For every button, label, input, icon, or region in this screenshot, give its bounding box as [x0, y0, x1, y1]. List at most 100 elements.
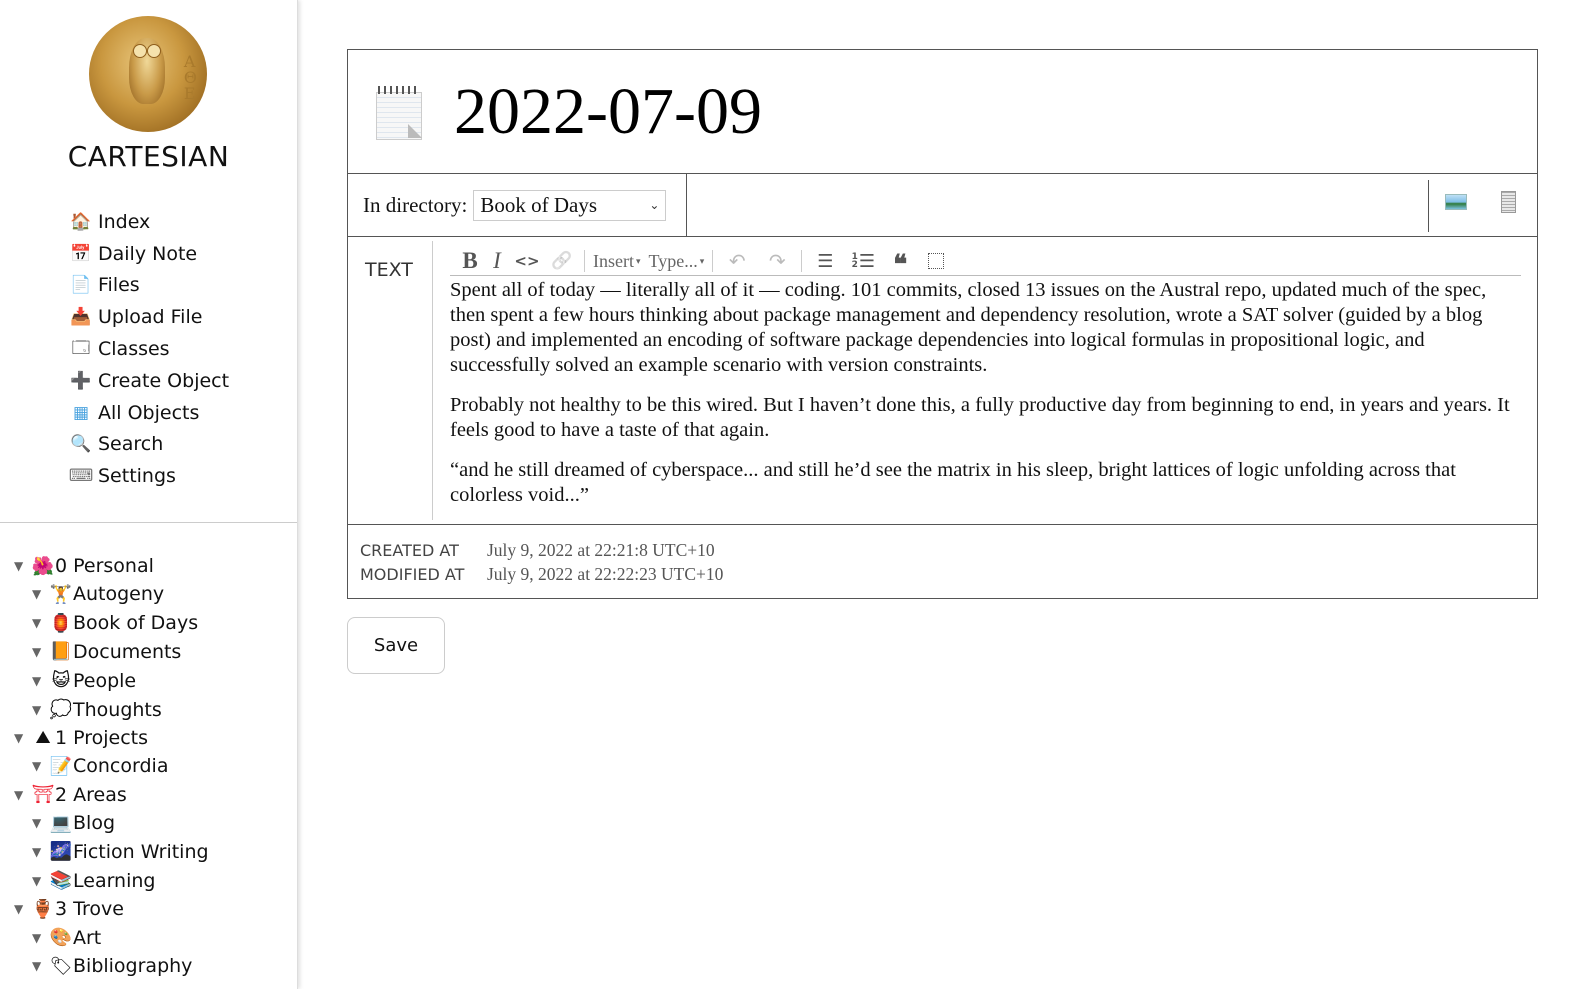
tree-item-thoughts[interactable]: ▼ 💭 Thoughts — [10, 695, 209, 724]
undo-icon: ↶ — [728, 249, 746, 273]
created-at-value: July 9, 2022 at 22:21:8 UTC+10 — [487, 539, 715, 560]
modified-at-row: MODIFIED AT July 9, 2022 at 22:22:23 UTC… — [360, 562, 1537, 586]
ordered-list-button[interactable]: 12 ☰ — [844, 248, 882, 274]
bullet-list-button[interactable]: ☰ — [806, 248, 844, 274]
mountain-icon: ⛰ — [35, 727, 51, 749]
text-field-label: TEXT — [348, 241, 433, 520]
tag-icon: 🏷 — [49, 955, 73, 977]
metadata-section: CREATED AT July 9, 2022 at 22:21:8 UTC+1… — [348, 525, 1537, 598]
ordered-list-lines-icon: ☰ — [858, 250, 875, 272]
tree-item-autogeny[interactable]: ▼ 🏋 Autogeny — [10, 580, 209, 609]
document-view-icon[interactable] — [1501, 191, 1516, 213]
tree-item-bibliography[interactable]: ▼ 🏷 Bibliography — [10, 952, 209, 981]
nav-item-index[interactable]: 🏠 Index — [68, 206, 229, 238]
nav-item-daily-note[interactable]: 📅 Daily Note — [68, 238, 229, 270]
directory-row-spacer — [687, 174, 1537, 236]
tree-item-concordia[interactable]: ▼ 📝 Concordia — [10, 752, 209, 781]
type-dropdown[interactable]: Type... ▾ — [645, 248, 709, 274]
paragraph: Spent all of today — literally all of it… — [450, 279, 1487, 376]
nav-item-upload-file[interactable]: 📥 Upload File — [68, 301, 229, 333]
directory-label: In directory: — [363, 192, 468, 217]
directory-select[interactable]: Book of Days ⌄ — [473, 189, 667, 221]
text-field-row: TEXT B I <> 🔗 Insert ▾ Type... ▾ ↶ ↷ ☰ 1… — [348, 237, 1537, 525]
nav-item-label: Upload File — [98, 306, 203, 329]
expand-triangle-icon[interactable]: ▼ — [14, 902, 32, 916]
expand-triangle-icon[interactable]: ▼ — [32, 674, 50, 688]
toolbar-separator — [712, 250, 714, 272]
logo-coin-image: ΑΘΕ — [89, 16, 207, 132]
nav-item-create-object[interactable]: ➕ Create Object — [68, 365, 229, 397]
bold-button[interactable]: B — [456, 248, 484, 274]
nav-item-all-objects[interactable]: ▦ All Objects — [68, 397, 229, 429]
tree-item-label: 1 Projects — [55, 726, 149, 749]
tree-item-label: Blog — [73, 812, 115, 835]
tree-item-blog[interactable]: ▼ 💻 Blog — [10, 809, 209, 838]
tree-item-personal[interactable]: ▼ 🌺 0 Personal — [10, 552, 209, 580]
undo-button[interactable]: ↶ — [717, 248, 757, 274]
lantern-icon: 🏮 — [49, 612, 73, 634]
document-icon: 📄 — [70, 275, 92, 296]
orange-book-icon: 📙 — [49, 641, 73, 663]
expand-triangle-icon[interactable]: ▼ — [14, 788, 32, 802]
image-view-icon[interactable] — [1445, 194, 1467, 210]
nav-item-classes[interactable]: 🗔 Classes — [68, 333, 229, 365]
created-at-label: CREATED AT — [360, 540, 459, 560]
owl-coin-logo[interactable]: ΑΘΕ — [89, 16, 209, 134]
table-icon: ▦ — [72, 402, 90, 423]
expand-triangle-icon[interactable]: ▼ — [32, 759, 50, 773]
tree-item-label: Autogeny — [73, 583, 165, 606]
tree-item-documents[interactable]: ▼ 📙 Documents — [10, 638, 209, 667]
expand-triangle-icon[interactable]: ▼ — [32, 959, 50, 973]
editor-content[interactable]: Spent all of today — literally all of it… — [450, 278, 1521, 508]
paragraph: Probably not healthy to be this wired. B… — [450, 394, 1510, 441]
redo-button[interactable]: ↷ — [757, 248, 797, 274]
directory-tree: ▼ 🌺 0 Personal ▼ 🏋 Autogeny ▼ 🏮 Book of … — [10, 552, 209, 981]
select-block-button[interactable] — [918, 248, 954, 274]
expand-triangle-icon[interactable]: ▼ — [32, 587, 50, 601]
hibiscus-icon: 🌺 — [31, 555, 55, 577]
tree-item-people[interactable]: ▼ 😺 People — [10, 666, 209, 695]
expand-triangle-icon[interactable]: ▼ — [14, 559, 32, 573]
italic-button[interactable]: I — [484, 248, 510, 274]
tree-item-learning[interactable]: ▼ 📚 Learning — [10, 866, 209, 895]
tree-item-book-of-days[interactable]: ▼ 🏮 Book of Days — [10, 609, 209, 638]
nav-item-label: All Objects — [98, 401, 200, 424]
modified-at-value: July 9, 2022 at 22:22:23 UTC+10 — [487, 563, 724, 584]
insert-dropdown[interactable]: Insert ▾ — [589, 248, 645, 274]
tree-item-label: Thoughts — [73, 698, 162, 721]
tree-item-projects[interactable]: ▼ ⛰ 1 Projects — [10, 724, 209, 752]
expand-triangle-icon[interactable]: ▼ — [32, 703, 50, 717]
cat-face-icon: 😺 — [51, 670, 71, 692]
expand-triangle-icon[interactable]: ▼ — [32, 931, 50, 945]
laptop-icon: 💻 — [49, 812, 73, 834]
notepad-icon[interactable] — [376, 85, 422, 140]
rich-text-editor[interactable]: B I <> 🔗 Insert ▾ Type... ▾ ↶ ↷ ☰ 1 2 ☰ … — [433, 237, 1537, 524]
nav-item-settings[interactable]: ⌨ Settings — [68, 460, 229, 492]
code-button[interactable]: <> — [510, 248, 544, 274]
expand-triangle-icon[interactable]: ▼ — [32, 616, 50, 630]
nav-item-search[interactable]: 🔍 Search — [68, 429, 229, 461]
save-button[interactable]: Save — [347, 617, 445, 674]
tree-item-areas[interactable]: ▼ ⛩ 2 Areas — [10, 781, 209, 809]
owl-eye — [147, 44, 161, 58]
expand-triangle-icon[interactable]: ▼ — [32, 874, 50, 888]
caret-down-icon: ▾ — [699, 255, 705, 266]
page-title[interactable]: 2022-07-09 — [454, 74, 762, 150]
blockquote-button[interactable]: ❝ — [882, 244, 918, 279]
upload-icon: 📥 — [70, 307, 92, 328]
ordered-list-icon: 12 — [851, 252, 858, 270]
link-button[interactable]: 🔗 — [544, 248, 580, 274]
brand-name[interactable]: CARTESIAN — [0, 140, 297, 173]
nav-item-files[interactable]: 📄 Files — [68, 270, 229, 302]
palette-icon: 🎨 — [49, 927, 73, 949]
tree-item-trove[interactable]: ▼ 🏺 3 Trove — [10, 895, 209, 923]
expand-triangle-icon[interactable]: ▼ — [32, 645, 50, 659]
expand-triangle-icon[interactable]: ▼ — [14, 731, 32, 745]
magnifier-icon: 🔍 — [70, 434, 92, 455]
toolbar-separator — [584, 250, 585, 272]
keyboard-icon: ⌨ — [68, 466, 94, 487]
expand-triangle-icon[interactable]: ▼ — [32, 816, 50, 830]
expand-triangle-icon[interactable]: ▼ — [32, 845, 50, 859]
tree-item-art[interactable]: ▼ 🎨 Art — [10, 923, 209, 952]
tree-item-fiction-writing[interactable]: ▼ 🌌 Fiction Writing — [10, 838, 209, 867]
